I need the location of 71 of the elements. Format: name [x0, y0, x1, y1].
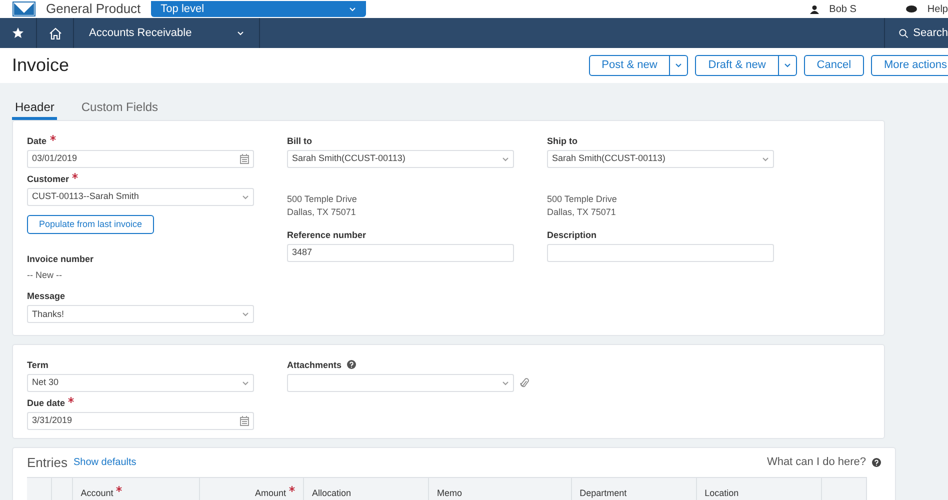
select-field[interactable]: Net 30	[27, 374, 254, 392]
field-label: Term	[27, 359, 48, 372]
field-label: Message	[27, 290, 66, 304]
field-label: Description	[547, 229, 597, 242]
help-icon	[872, 458, 881, 467]
address-line: Dallas, TX 75071	[547, 206, 617, 219]
search-icon	[899, 28, 908, 38]
tab[interactable]: Custom Fields	[71, 97, 168, 120]
calendar-icon	[240, 154, 249, 164]
split-button[interactable]: Draft & new	[695, 55, 797, 76]
help-link[interactable]: What can I do here?	[766, 454, 866, 471]
home-icon	[48, 26, 62, 40]
action-button[interactable]: Cancel	[804, 55, 864, 76]
text-field[interactable]: 3487	[287, 244, 514, 262]
field-label: Ship to	[547, 135, 578, 148]
select-field[interactable]: Sarah Smith(CCUST-00113)	[547, 150, 774, 168]
column-header: Allocation	[312, 488, 352, 498]
field-label: Invoice number	[27, 253, 94, 266]
field-label: Date	[27, 135, 47, 148]
required-mark-icon	[72, 173, 78, 179]
column-header: Amount	[255, 488, 286, 498]
required-mark-icon	[68, 397, 74, 403]
chevron-down-icon	[242, 380, 249, 386]
chevron-down-icon	[502, 156, 509, 162]
chevron-down-icon	[675, 63, 682, 68]
column-header: Location	[704, 488, 739, 498]
date-field[interactable]: 03/01/2019	[27, 150, 254, 168]
action-button[interactable]: More actions	[871, 55, 948, 76]
address-line: 500 Temple Drive	[547, 193, 618, 206]
calendar-icon	[240, 416, 249, 426]
required-mark-icon	[116, 486, 122, 492]
chevron-down-icon	[348, 6, 356, 12]
column-header: Department	[580, 488, 627, 498]
chevron-down-icon	[784, 63, 791, 68]
chevron-down-icon	[502, 380, 509, 386]
chevron-down-icon	[237, 30, 244, 36]
date-field[interactable]: 3/31/2019	[27, 412, 254, 430]
star-icon	[12, 27, 24, 39]
column-header: Memo	[436, 488, 462, 498]
user-name[interactable]: Bob S	[829, 2, 856, 16]
user-icon	[810, 4, 820, 14]
help-link[interactable]: Help	[927, 2, 948, 16]
action-button[interactable]: Draft & new	[696, 56, 778, 75]
page-title: Invoice	[12, 54, 70, 77]
populate-button[interactable]: Populate from last invoice	[27, 215, 154, 234]
field-label: Reference number	[287, 229, 366, 242]
address-line: 500 Temple Drive	[287, 193, 358, 206]
required-mark-icon	[289, 486, 296, 492]
field-label: Attachments	[287, 359, 342, 372]
company-name: General Product	[46, 0, 141, 18]
field-value: -- New --	[27, 269, 63, 282]
required-mark-icon	[50, 135, 56, 141]
chevron-down-icon	[242, 312, 249, 317]
show-defaults-link[interactable]: Show defaults	[73, 455, 136, 470]
address-line: Dallas, TX 75071	[287, 206, 357, 219]
chevron-down-icon	[242, 194, 249, 200]
entries-title: Entries	[27, 454, 68, 472]
chevron-down-icon	[762, 156, 769, 162]
field-label: Due date	[27, 397, 66, 410]
field-label: Bill to	[287, 135, 312, 148]
action-button[interactable]: Post & new	[590, 56, 670, 75]
field-label: Customer	[27, 173, 70, 186]
text-field[interactable]	[547, 244, 774, 262]
select-field[interactable]: Sarah Smith(CCUST-00113)	[287, 150, 514, 168]
split-button[interactable]: Post & new	[588, 55, 688, 76]
select-field[interactable]: CUST-00113--Sarah Smith	[27, 188, 254, 206]
column-header: Account	[80, 488, 114, 498]
help-icon	[346, 360, 356, 369]
paperclip-icon[interactable]	[520, 377, 529, 389]
select-field[interactable]: Thanks!	[27, 305, 254, 324]
entity-select[interactable]: Top level	[150, 1, 366, 17]
